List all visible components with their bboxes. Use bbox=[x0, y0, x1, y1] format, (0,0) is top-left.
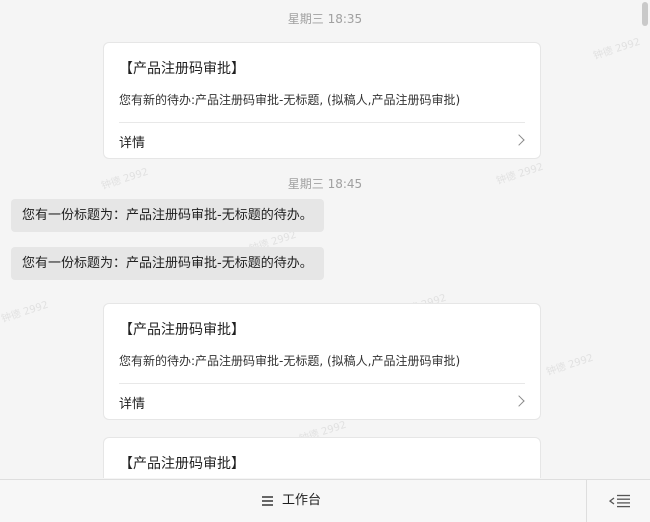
message-bubble[interactable]: 您有一份标题为：产品注册码审批-无标题的待办。 bbox=[11, 247, 324, 280]
card-title: 【产品注册码审批】 bbox=[119, 61, 245, 77]
watermark: 钟德 2992 bbox=[545, 352, 595, 379]
menu-toggle-button[interactable] bbox=[587, 480, 650, 522]
card-body: 您有新的待办:产品注册码审批-无标题, (拟稿人,产品注册码审批) bbox=[119, 93, 461, 107]
card-title: 【产品注册码审批】 bbox=[119, 456, 245, 472]
message-timestamp: 星期三 18:35 bbox=[287, 12, 363, 26]
chat-message-list[interactable]: 钟德 2992 钟德 2992 钟德 2992 钟德 2992 钟德 2992 … bbox=[0, 0, 650, 478]
card-body: 您有新的待办:产品注册码审批-无标题, (拟稿人,产品注册码审批) bbox=[119, 354, 461, 368]
details-label: 详情 bbox=[119, 136, 146, 151]
chevron-right-icon bbox=[513, 134, 525, 146]
message-timestamp: 星期三 18:45 bbox=[287, 177, 363, 191]
workbench-label: 工作台 bbox=[282, 493, 322, 508]
bottom-bar: 工作台 bbox=[0, 479, 650, 522]
message-bubble[interactable]: 您有一份标题为：产品注册码审批-无标题的待办。 bbox=[11, 199, 324, 232]
notification-card: 【产品注册码审批】 您有新的待办:产品注册码审批-无标题, (拟稿人,产品注册码… bbox=[103, 42, 541, 159]
hamburger-icon bbox=[262, 496, 273, 506]
card-details-link[interactable]: 详情 bbox=[119, 123, 525, 159]
card-title: 【产品注册码审批】 bbox=[119, 322, 245, 338]
watermark: 钟德 2992 bbox=[592, 36, 642, 63]
details-label: 详情 bbox=[119, 397, 146, 412]
collapse-menu-icon bbox=[609, 494, 630, 508]
notification-card: 【产品注册码审批】 bbox=[103, 437, 541, 478]
watermark: 钟德 2992 bbox=[0, 299, 50, 326]
card-details-link[interactable]: 详情 bbox=[119, 384, 525, 420]
notification-card: 【产品注册码审批】 您有新的待办:产品注册码审批-无标题, (拟稿人,产品注册码… bbox=[103, 303, 541, 420]
chevron-right-icon bbox=[513, 395, 525, 407]
workbench-button[interactable]: 工作台 bbox=[0, 480, 586, 522]
